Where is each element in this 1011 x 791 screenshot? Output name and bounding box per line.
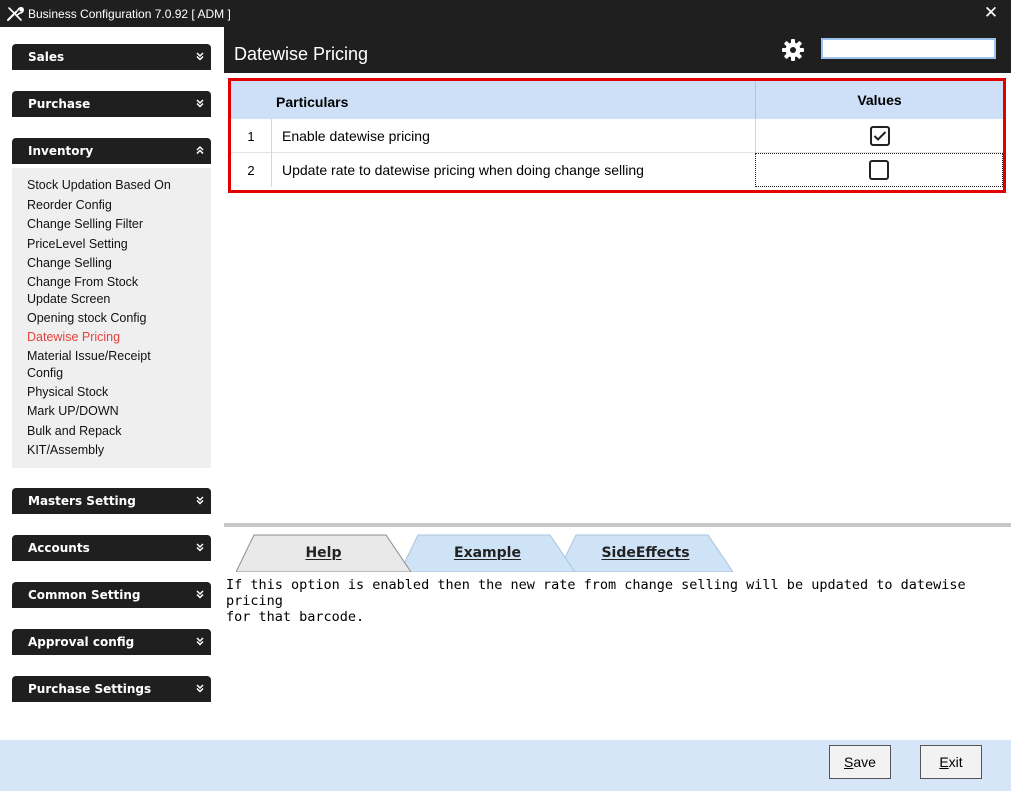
checkbox-unchecked[interactable]: [869, 160, 889, 180]
menu-item-physical-stock[interactable]: Physical Stock: [27, 383, 211, 403]
table-row[interactable]: 1 Enable datewise pricing: [231, 119, 1003, 153]
column-header-values: Values: [755, 81, 1003, 119]
save-rest: ave: [853, 754, 876, 770]
chevron-down-icon[interactable]: [195, 51, 205, 64]
row-number: 2: [247, 162, 255, 178]
close-icon[interactable]: ✕: [981, 3, 1001, 23]
menu-item-change-selling[interactable]: Change Selling: [27, 254, 211, 274]
category-purchase-settings[interactable]: Purchase Settings: [12, 676, 211, 702]
category-masters-setting[interactable]: Masters Setting: [12, 488, 211, 514]
category-sales[interactable]: Sales: [12, 44, 211, 70]
column-header-particulars: Particulars: [276, 94, 349, 110]
category-label: Approval config: [28, 635, 135, 649]
footer-bar: Save Exit: [0, 740, 1011, 791]
help-line: for that barcode.: [226, 609, 365, 625]
menu-item-change-selling-filter[interactable]: Change Selling Filter: [27, 215, 211, 235]
menu-item-stock-updation[interactable]: Stock Updation Based On: [27, 176, 211, 196]
category-label: Sales: [28, 50, 65, 64]
save-mnemonic: S: [844, 754, 854, 770]
chevron-down-icon[interactable]: [195, 636, 205, 649]
tab-example[interactable]: Example: [400, 534, 576, 572]
settings-grid: Particulars Values 1 Enable datewise pri…: [228, 78, 1006, 193]
category-label: Inventory: [28, 144, 94, 158]
save-button[interactable]: Save: [829, 745, 891, 779]
page-header: Datewise Pricing: [224, 27, 1011, 73]
row-value-cell[interactable]: [755, 119, 1003, 153]
grid-header: Particulars Values: [231, 81, 1003, 119]
chevron-down-icon[interactable]: [195, 542, 205, 555]
left-panel: Sales Purchase Inventory Stock Updation …: [0, 27, 224, 740]
row-particular: Update rate to datewise pricing when doi…: [271, 153, 755, 187]
category-label: Purchase Settings: [28, 682, 152, 696]
category-accounts[interactable]: Accounts: [12, 535, 211, 561]
chevron-down-icon[interactable]: [195, 683, 205, 696]
main-content: Particulars Values 1 Enable datewise pri…: [224, 73, 1011, 740]
tools-icon: [4, 5, 26, 23]
inventory-submenu: Stock Updation Based On Reorder Config C…: [12, 168, 211, 468]
menu-item-opening-stock-config[interactable]: Opening stock Config: [27, 309, 211, 329]
category-inventory[interactable]: Inventory: [12, 138, 211, 164]
exit-rest: xit: [948, 754, 963, 770]
chevron-down-icon[interactable]: [195, 589, 205, 602]
category-label: Accounts: [28, 541, 90, 555]
menu-item-datewise-pricing[interactable]: Datewise Pricing: [27, 328, 211, 348]
tab-label: Example: [454, 545, 521, 561]
page-title: Datewise Pricing: [234, 44, 369, 64]
menu-item-kit-assembly[interactable]: KIT/Assembly: [27, 441, 211, 461]
row-value-cell[interactable]: [755, 153, 1003, 187]
help-line: If this option is enabled then the new r…: [226, 577, 966, 609]
category-label: Masters Setting: [28, 494, 136, 508]
menu-item-mark-up-down[interactable]: Mark UP/DOWN: [27, 402, 211, 422]
category-label: Common Setting: [28, 588, 141, 602]
gear-icon[interactable]: [781, 38, 805, 62]
window-title: Business Configuration 7.0.92 [ ADM ]: [28, 6, 231, 21]
chevron-up-icon[interactable]: [195, 145, 205, 158]
menu-item-bulk-repack[interactable]: Bulk and Repack: [27, 422, 211, 442]
row-particular: Enable datewise pricing: [271, 119, 755, 153]
tab-label: SideEffects: [601, 545, 690, 561]
tab-label: Help: [305, 545, 342, 561]
tab-sideeffects[interactable]: SideEffects: [558, 534, 734, 572]
row-number: 1: [247, 128, 255, 144]
checkbox-checked[interactable]: [869, 126, 890, 146]
category-purchase[interactable]: Purchase: [12, 91, 211, 117]
chevron-down-icon[interactable]: [195, 98, 205, 111]
category-common-setting[interactable]: Common Setting: [12, 582, 211, 608]
exit-button[interactable]: Exit: [920, 745, 982, 779]
menu-item-change-from-stock[interactable]: Change From Stock Update Screen: [27, 274, 177, 309]
help-description: If this option is enabled then the new r…: [226, 577, 996, 625]
title-bar: Business Configuration 7.0.92 [ ADM ] ✕: [0, 0, 1011, 27]
table-row[interactable]: 2 Update rate to datewise pricing when d…: [231, 153, 1003, 187]
help-tabs: SideEffects Example Help: [224, 527, 1011, 573]
search-input[interactable]: [821, 38, 996, 59]
exit-mnemonic: E: [939, 754, 949, 770]
menu-item-reorder-config[interactable]: Reorder Config: [27, 196, 211, 216]
category-label: Purchase: [28, 97, 91, 111]
menu-item-material-issue[interactable]: Material Issue/Receipt Config: [27, 348, 187, 383]
tab-help[interactable]: Help: [236, 534, 412, 572]
chevron-down-icon[interactable]: [195, 495, 205, 508]
menu-item-pricelevel-setting[interactable]: PriceLevel Setting: [27, 235, 211, 255]
category-approval-config[interactable]: Approval config: [12, 629, 211, 655]
